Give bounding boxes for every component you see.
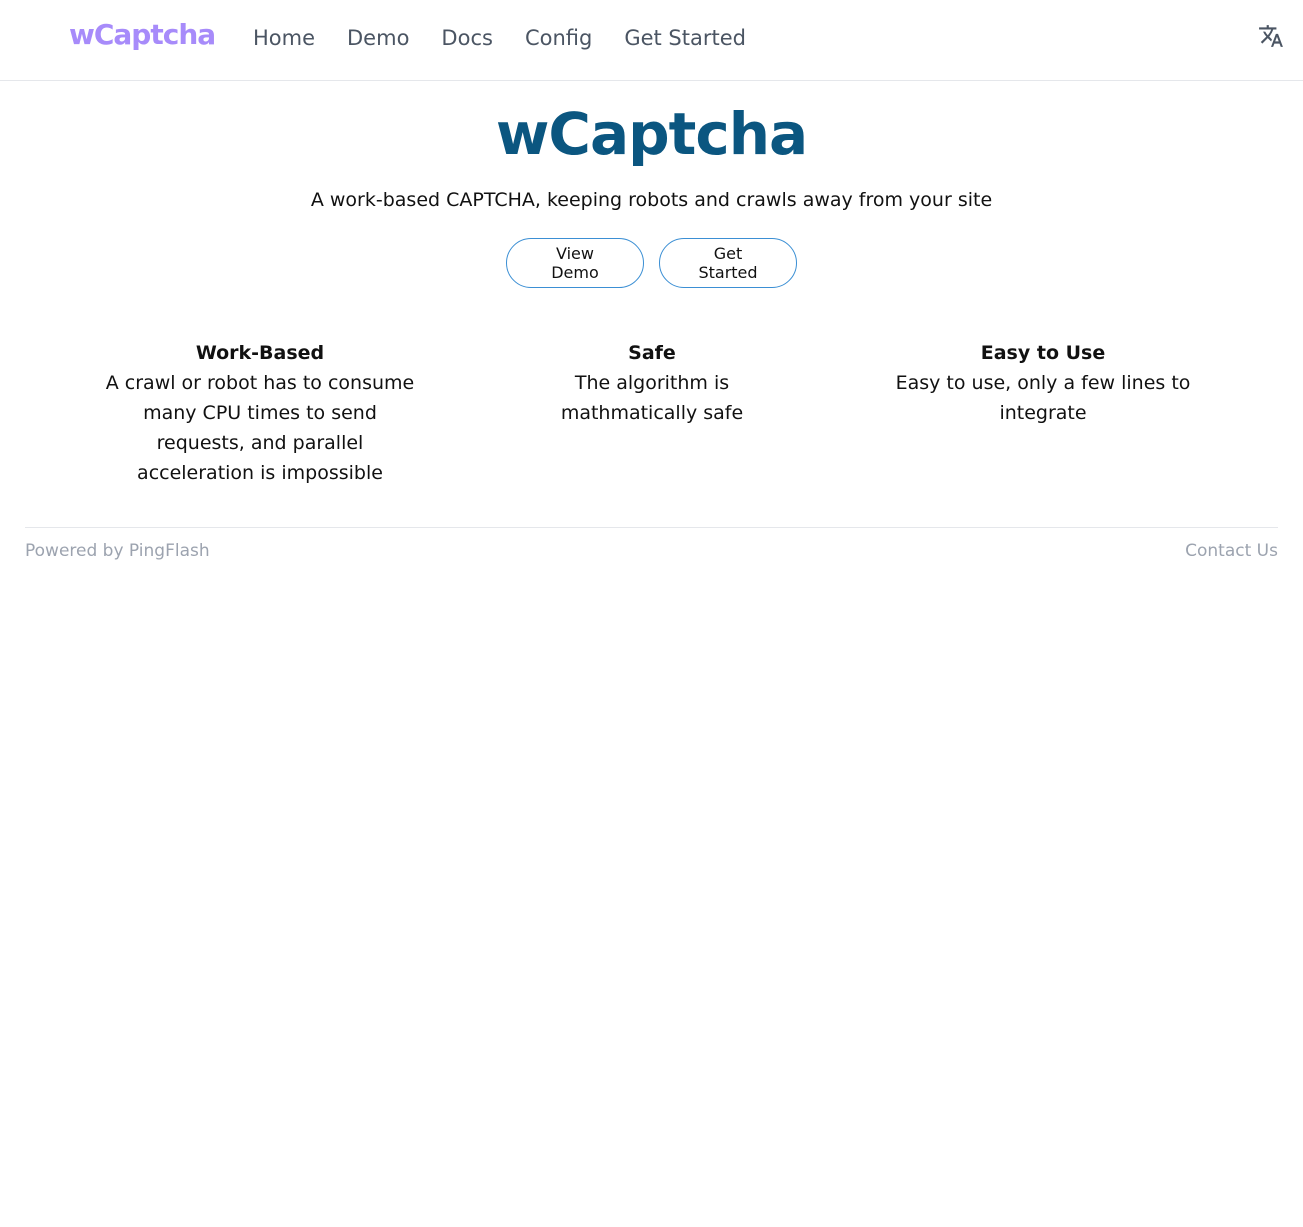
feature-title: Easy to Use bbox=[980, 342, 1106, 364]
brand-logo[interactable]: wCaptcha bbox=[69, 18, 216, 51]
feature-title: Work-Based bbox=[195, 342, 325, 364]
navbar: wCaptcha Home Demo Docs Config Get Start… bbox=[0, 0, 1303, 81]
feature-description: A crawl or robot has to consume many CPU… bbox=[105, 372, 415, 484]
contact-us-link[interactable]: Contact Us bbox=[1185, 541, 1278, 561]
footer: Powered by PingFlash Contact Us bbox=[25, 527, 1278, 567]
nav-link-home[interactable]: Home bbox=[253, 24, 315, 52]
nav-link-config[interactable]: Config bbox=[525, 24, 592, 52]
get-started-button[interactable]: Get Started bbox=[659, 238, 797, 288]
translate-icon[interactable] bbox=[1258, 23, 1284, 49]
feature-description: Easy to use, only a few lines to integra… bbox=[895, 372, 1191, 424]
hero-subtitle: A work-based CAPTCHA, keeping robots and… bbox=[310, 189, 993, 211]
hero-title: wCaptcha bbox=[495, 100, 808, 168]
view-demo-button[interactable]: View Demo bbox=[506, 238, 644, 288]
nav-link-get-started[interactable]: Get Started bbox=[624, 24, 746, 52]
feature-title: Safe bbox=[628, 342, 676, 364]
feature-easy-to-use: Easy to Use Easy to use, only a few line… bbox=[883, 340, 1203, 428]
feature-description: The algorithm is mathmatically safe bbox=[560, 372, 744, 424]
main-nav: Home Demo Docs Config Get Started bbox=[253, 24, 778, 52]
feature-safe: Safe The algorithm is mathmatically safe bbox=[492, 340, 812, 428]
nav-link-docs[interactable]: Docs bbox=[441, 24, 493, 52]
translate-icon-svg bbox=[1259, 25, 1283, 47]
hero-actions: View Demo Get Started bbox=[0, 238, 1303, 288]
nav-link-demo[interactable]: Demo bbox=[347, 24, 409, 52]
powered-by-text: Powered by PingFlash bbox=[25, 541, 210, 561]
feature-work-based: Work-Based A crawl or robot has to consu… bbox=[100, 340, 420, 488]
